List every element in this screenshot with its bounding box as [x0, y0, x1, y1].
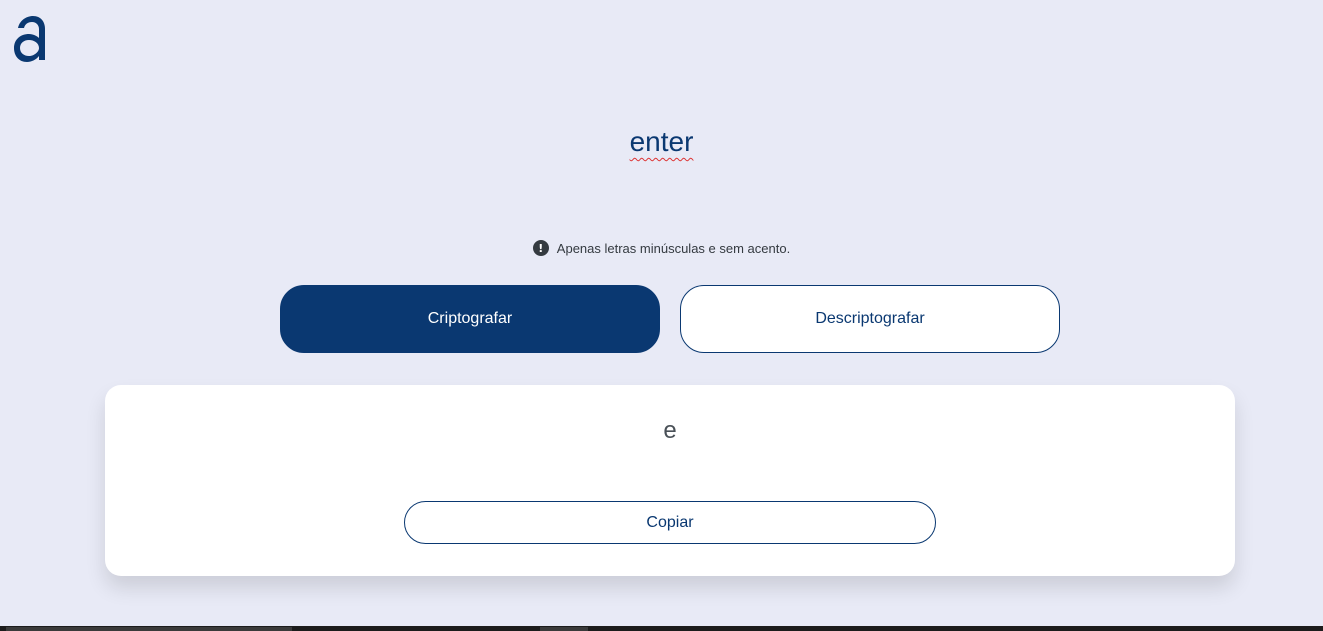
logo	[12, 14, 48, 64]
alura-a-logo-icon	[14, 16, 45, 62]
copy-button[interactable]: Copiar	[404, 501, 936, 544]
output-card: e Copiar	[105, 385, 1235, 576]
hint-text: Apenas letras minúsculas e sem acento.	[556, 240, 791, 256]
exclamation-circle-icon: !	[532, 240, 549, 256]
taskbar	[0, 626, 1323, 631]
text-input[interactable]: enter	[0, 124, 1323, 160]
taskbar-item[interactable]	[6, 627, 292, 631]
encrypt-button[interactable]: Criptografar	[280, 285, 660, 353]
taskbar-item[interactable]	[540, 627, 588, 631]
decrypt-button[interactable]: Descriptografar	[680, 285, 1060, 353]
hint-message: ! Apenas letras minúsculas e sem acento.	[0, 240, 1323, 256]
input-text-value: enter	[629, 126, 694, 157]
output-text: e	[663, 417, 677, 444]
